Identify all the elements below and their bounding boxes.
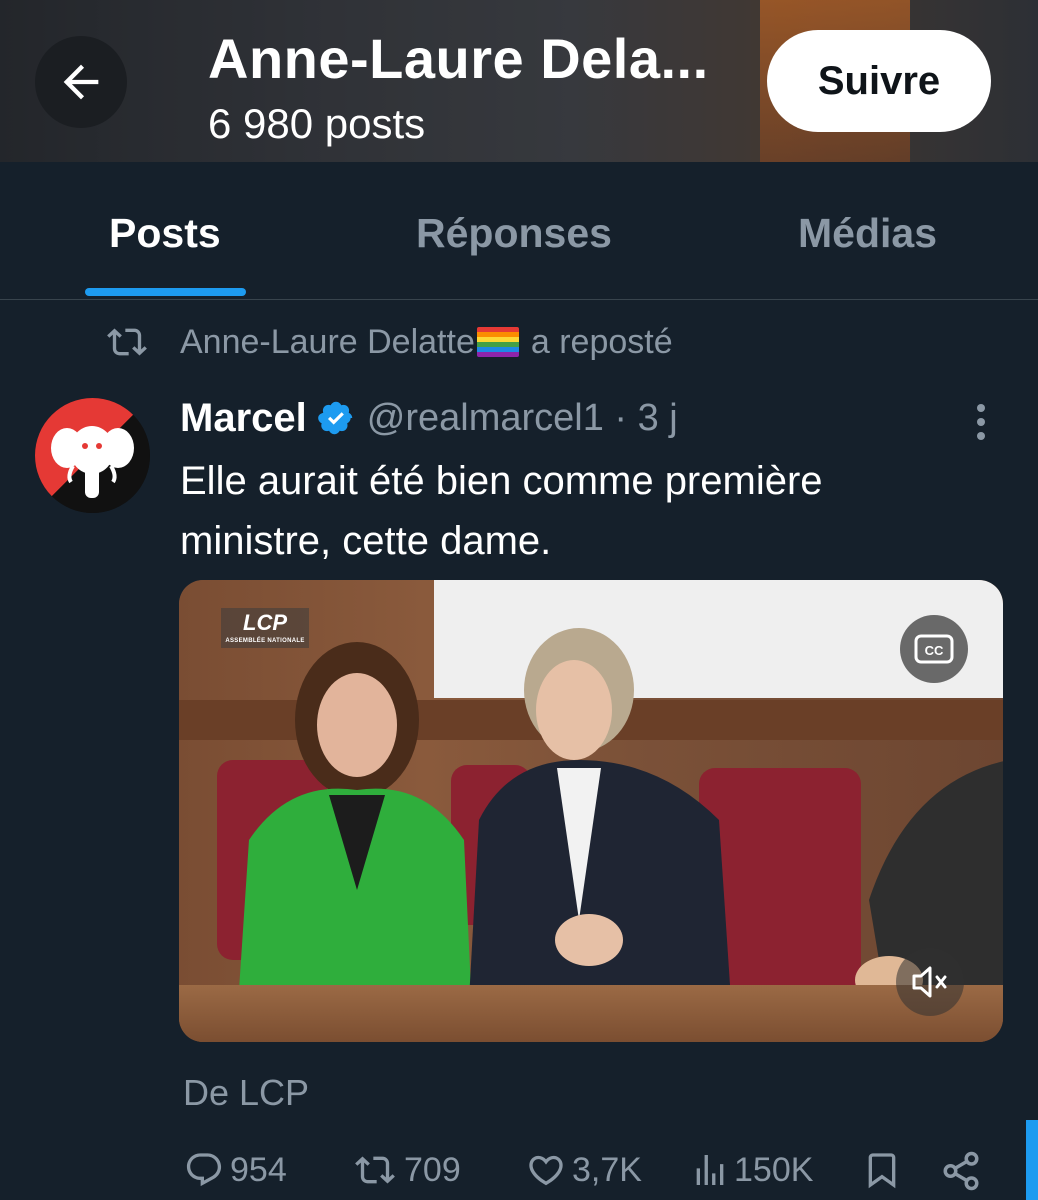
author-avatar[interactable] [35, 398, 150, 513]
active-tab-indicator [85, 288, 246, 296]
like-count: 3,7K [572, 1150, 642, 1189]
post-actions: 954 709 3,7K 150K [0, 1140, 1038, 1200]
media-source[interactable]: De LCP [183, 1072, 309, 1114]
reply-button[interactable]: 954 [182, 1150, 287, 1190]
share-icon [943, 1151, 979, 1191]
elephant-logo-icon [35, 398, 150, 513]
verified-badge-icon [317, 399, 355, 437]
views-button[interactable]: 150K [690, 1150, 813, 1190]
views-icon [696, 1155, 724, 1185]
like-icon [529, 1155, 563, 1186]
tab-posts[interactable]: Posts [109, 210, 221, 257]
rainbow-flag-icon [476, 327, 519, 357]
bookmark-button[interactable] [862, 1150, 906, 1190]
retweet-button[interactable]: 709 [350, 1150, 461, 1190]
profile-name: Anne-Laure Dela... [208, 27, 709, 90]
like-button[interactable]: 3,7K [524, 1150, 642, 1190]
video-person-center [469, 628, 731, 1000]
follow-button[interactable]: Suivre [767, 30, 991, 132]
more-options-button[interactable] [966, 402, 996, 442]
profile-header: Anne-Laure Dela... 6 980 posts Suivre [0, 0, 1038, 162]
post-video[interactable]: LCP ASSEMBLÉE NATIONALE CC [179, 580, 1003, 1042]
video-person-left [239, 642, 471, 990]
closed-captions-icon: CC [914, 634, 954, 664]
share-button[interactable] [940, 1150, 986, 1192]
repost-context[interactable]: Anne-Laure Delatte a reposté [104, 318, 673, 366]
tabs-divider [0, 299, 1038, 300]
svg-text:CC: CC [925, 643, 944, 658]
post-header: Marcel @realmarcel1 · 3 j [180, 392, 678, 444]
video-frame-table [179, 985, 1003, 1042]
retweet-icon [355, 1156, 395, 1184]
tab-media[interactable]: Médias [798, 210, 937, 257]
profile-tabs: Posts Réponses Médias [0, 162, 1038, 300]
author-name[interactable]: Marcel [180, 396, 307, 441]
repost-icon [107, 328, 147, 356]
reply-count: 954 [230, 1150, 287, 1189]
more-vertical-icon [977, 404, 985, 440]
mute-button[interactable] [896, 948, 964, 1016]
tab-replies[interactable]: Réponses [416, 210, 612, 257]
mute-icon [912, 966, 947, 998]
post-text: Elle aurait été bien comme première mini… [180, 459, 823, 563]
views-count: 150K [734, 1150, 814, 1189]
author-handle-time[interactable]: @realmarcel1 · 3 j [367, 397, 678, 440]
retweet-count: 709 [404, 1150, 461, 1189]
lcp-logo-subtext: ASSEMBLÉE NATIONALE [225, 638, 305, 644]
closed-captions-button[interactable]: CC [900, 615, 968, 683]
reply-icon [186, 1153, 222, 1187]
post-count: 6 980 posts [208, 100, 426, 147]
repost-action-label: a reposté [530, 322, 673, 361]
back-arrow-icon [63, 64, 99, 100]
lcp-logo: LCP ASSEMBLÉE NATIONALE [221, 608, 309, 648]
scroll-indicator[interactable] [1026, 1120, 1038, 1200]
back-button[interactable] [35, 36, 127, 128]
bookmark-icon [868, 1153, 896, 1189]
lcp-logo-text: LCP [243, 610, 287, 635]
reposter-name: Anne-Laure Delatte [180, 322, 475, 361]
